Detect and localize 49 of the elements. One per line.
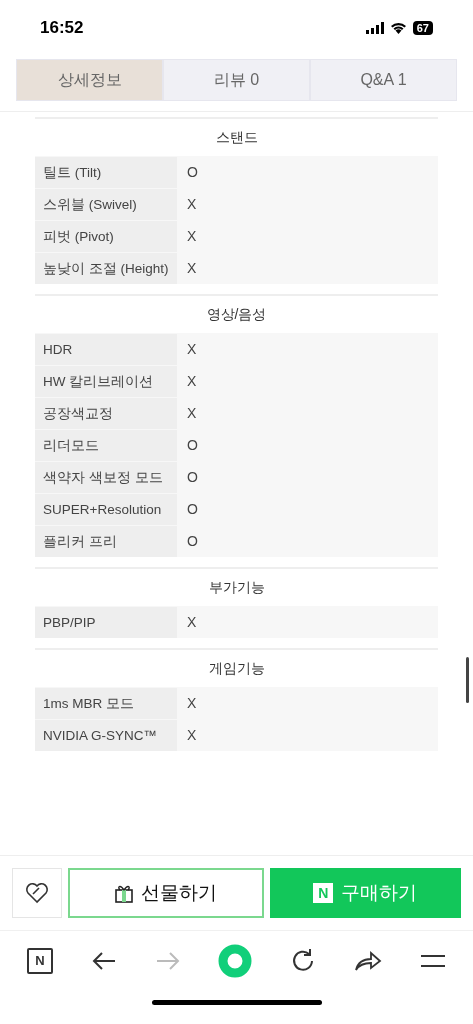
spec-label: NVIDIA G-SYNC™ <box>35 720 177 751</box>
spec-value: X <box>177 253 438 284</box>
home-button[interactable]: N <box>26 947 53 974</box>
status-time: 16:52 <box>40 16 84 39</box>
spec-label: 색약자 색보정 모드 <box>35 462 177 493</box>
gift-icon <box>114 883 133 903</box>
battery-level: 67 <box>412 20 433 35</box>
section-title: 스탠드 <box>215 128 258 147</box>
spec-label: 리더모드 <box>35 430 177 461</box>
spec-value: O <box>177 494 438 525</box>
spec-value: O <box>177 526 438 557</box>
spec-label: 틸트 (Tilt) <box>35 157 177 188</box>
heart-icon <box>25 882 49 904</box>
spec-value: X <box>177 334 438 365</box>
spec-value: X <box>177 398 438 429</box>
spec-value: X <box>177 366 438 397</box>
section-title: 부가기능 <box>208 578 265 597</box>
gift-button[interactable]: 선물하기 <box>68 868 264 918</box>
spec-label: HDR <box>35 334 177 365</box>
tab[interactable]: Q&A 1 <box>310 59 457 101</box>
tab[interactable]: 리뷰 0 <box>163 59 310 101</box>
naver-badge: N <box>313 883 334 903</box>
section-title: 영상/음성 <box>206 305 267 324</box>
like-button[interactable] <box>12 868 62 918</box>
menu-icon[interactable] <box>420 953 446 968</box>
section-title: 게임기능 <box>208 659 265 678</box>
spec-value: X <box>177 221 438 252</box>
spec-label: 높낮이 조절 (Height) <box>35 253 177 284</box>
spec-label: 피벗 (Pivot) <box>35 221 177 252</box>
wifi-icon <box>389 21 407 34</box>
spec-label: 1ms MBR 모드 <box>35 688 177 719</box>
spec-label: HW 칼리브레이션 <box>35 366 177 397</box>
spec-value: O <box>177 157 438 188</box>
spec-value: O <box>177 462 438 493</box>
spec-label: 스위블 (Swivel) <box>35 189 177 220</box>
scrollbar <box>466 657 469 703</box>
share-icon[interactable] <box>354 949 383 972</box>
spec-label: 플리커 프리 <box>35 526 177 557</box>
spec-value: X <box>177 688 438 719</box>
spec-value: O <box>177 430 438 461</box>
spec-value: X <box>177 189 438 220</box>
signal-icon <box>365 21 384 34</box>
spec-label: PBP/PIP <box>35 607 177 638</box>
back-icon[interactable] <box>90 950 117 971</box>
tab[interactable]: 상세정보 <box>16 59 163 101</box>
spec-value: X <box>177 607 438 638</box>
spec-value: X <box>177 720 438 751</box>
spec-label: SUPER+Resolution <box>35 494 177 525</box>
spec-label: 공장색교정 <box>35 398 177 429</box>
